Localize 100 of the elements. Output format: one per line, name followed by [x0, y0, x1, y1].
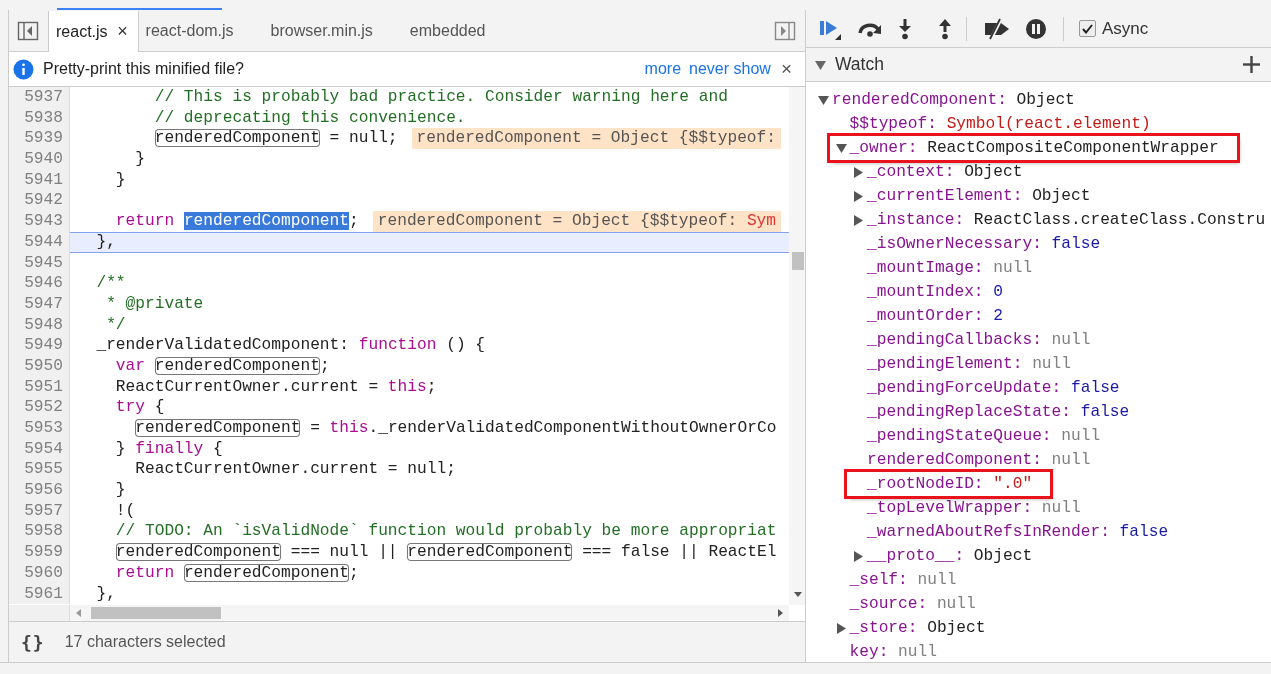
- property-name: _pendingElement:: [867, 354, 1023, 375]
- infobar-link[interactable]: more: [644, 60, 682, 78]
- line-number: 5955: [9, 459, 70, 481]
- property-name: _topLevelWrapper:: [867, 498, 1033, 519]
- code-line: _renderValidatedComponent: function () {: [95, 335, 486, 356]
- property-name: _warnedAboutRefsInRender:: [867, 522, 1110, 543]
- code-line: },: [95, 232, 116, 252]
- infobar-link[interactable]: never show: [689, 60, 771, 78]
- code-line: * @private: [105, 293, 204, 315]
- property-value: Symbol(react.element): [946, 114, 1151, 135]
- line-number: 5961: [9, 583, 70, 605]
- property-value: 0: [993, 282, 1003, 303]
- property-name: renderedComponent:: [867, 450, 1042, 471]
- code-line: ReactCurrentOwner.current = this;: [114, 376, 437, 398]
- code-line: // deprecating this convenience.: [153, 107, 466, 129]
- line-number: 5937: [9, 87, 70, 108]
- property-value: Object: [927, 618, 986, 639]
- line-number: 5942: [9, 190, 70, 212]
- property-name: _mountIndex:: [867, 282, 984, 303]
- collapsed-triangle-icon[interactable]: [835, 622, 847, 634]
- scroll-right-arrow-icon[interactable]: [778, 609, 783, 617]
- code-line: ReactCurrentOwner.current = null;: [134, 459, 456, 481]
- line-number: 5938: [9, 107, 70, 129]
- file-tab[interactable]: react.js ×: [48, 11, 139, 52]
- breakpoints-off-icon[interactable]: [983, 17, 1011, 40]
- line-number: 5941: [9, 169, 70, 191]
- code-line: }: [114, 169, 126, 191]
- property-name: _pendingForceUpdate:: [867, 378, 1062, 399]
- scroll-left-arrow-icon[interactable]: [76, 609, 81, 617]
- property-value: false: [1051, 234, 1101, 255]
- code-line: renderedComponent = this._renderValidatedComponentWithoutOwnerOrCo: [134, 418, 777, 439]
- pause-exceptions-icon[interactable]: [1025, 17, 1047, 40]
- section-title: Watch: [835, 54, 885, 75]
- expanded-triangle-icon[interactable]: [835, 142, 847, 154]
- property-name: __proto__:: [867, 546, 965, 567]
- sidebar-toggle-icon[interactable]: [17, 19, 39, 42]
- line-number: 5946: [9, 273, 70, 294]
- property-value: ReactClass.createClass.Constru: [973, 210, 1266, 231]
- property-value: null: [1061, 426, 1101, 447]
- info-icon: [13, 58, 34, 80]
- collapsed-triangle-icon[interactable]: [853, 214, 864, 226]
- property-name: _source:: [849, 594, 928, 615]
- code-line: } finally {: [114, 438, 223, 460]
- code-line: */: [105, 314, 126, 336]
- code-line: try {: [114, 397, 165, 418]
- property-name: _pendingReplaceState:: [867, 402, 1071, 423]
- line-number: 5959: [9, 542, 70, 563]
- line-number: 5944: [9, 231, 70, 253]
- property-value: Object: [973, 546, 1033, 567]
- line-number: 5957: [9, 500, 70, 522]
- collapsed-triangle-icon[interactable]: [853, 550, 864, 562]
- line-number: 5950: [9, 355, 70, 377]
- add-icon[interactable]: [1243, 56, 1260, 73]
- property-value: null: [1032, 354, 1071, 375]
- property-name: $$typeof:: [849, 114, 937, 135]
- code-line: renderedComponent === null || renderedComponent === false || ReactEl: [114, 542, 777, 563]
- line-number: 5949: [9, 335, 70, 356]
- property-name: _pendingCallbacks:: [867, 330, 1042, 351]
- property-name: key:: [849, 642, 889, 662]
- async-checkbox[interactable]: Async: [1079, 18, 1149, 39]
- code-line: /**: [95, 273, 126, 294]
- property-value: null: [1051, 330, 1091, 351]
- code-line: !(: [114, 500, 136, 522]
- line-number: 5943: [9, 211, 70, 232]
- section-collapse-icon[interactable]: [815, 59, 826, 70]
- scroll-down-arrow-icon[interactable]: [794, 592, 802, 597]
- step-into-icon[interactable]: [898, 17, 912, 40]
- inline-value: renderedComponent = Object {$$typeof:: [411, 128, 781, 150]
- sidebar-toggle-icon[interactable]: [774, 19, 796, 42]
- step-out-icon[interactable]: [938, 17, 952, 40]
- expanded-triangle-icon[interactable]: [818, 94, 829, 106]
- property-value: ReactCompositeComponentWrapper: [927, 138, 1219, 159]
- pretty-print-button[interactable]: {}: [21, 631, 45, 653]
- file-tab[interactable]: react-dom.js: [138, 11, 264, 51]
- property-name: _isOwnerNecessary:: [867, 234, 1042, 255]
- property-name: _instance:: [867, 210, 965, 231]
- line-number: 5953: [9, 418, 70, 439]
- collapsed-triangle-icon[interactable]: [853, 190, 864, 202]
- property-name: _context:: [867, 162, 955, 183]
- property-value: false: [1071, 378, 1120, 399]
- property-value: 2: [993, 306, 1003, 327]
- property-value: Object: [1016, 90, 1075, 111]
- property-name: _rootNodeID:: [867, 474, 984, 495]
- line-number: 5947: [9, 293, 70, 315]
- code-line: renderedComponent = null;: [153, 128, 398, 150]
- line-number: 5958: [9, 521, 70, 543]
- close-button[interactable]: ×: [780, 58, 792, 80]
- property-value: null: [936, 594, 976, 615]
- line-number: 5952: [9, 397, 70, 418]
- property-value: null: [917, 570, 957, 591]
- collapsed-triangle-icon[interactable]: [853, 166, 864, 178]
- file-tab[interactable]: embedded: [402, 11, 516, 51]
- file-tab[interactable]: browser.min.js: [263, 11, 403, 51]
- line-number: 5960: [9, 562, 70, 584]
- line-number: 5948: [9, 314, 70, 336]
- code-line: var renderedComponent;: [114, 355, 330, 377]
- vertical-scrollbar[interactable]: [789, 87, 805, 605]
- horizontal-scrollbar[interactable]: [70, 605, 789, 621]
- property-name: _currentElement:: [867, 186, 1023, 207]
- property-name: _mountOrder:: [867, 306, 984, 327]
